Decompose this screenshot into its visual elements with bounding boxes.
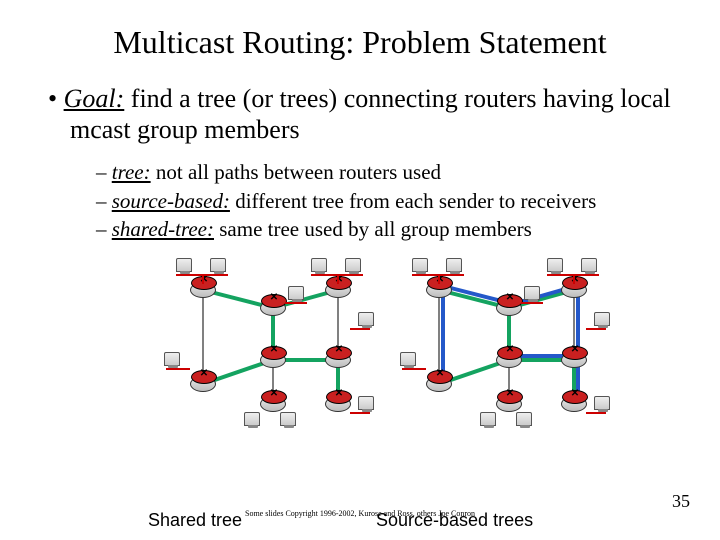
host-icon: [594, 312, 610, 326]
host-icon: [412, 258, 428, 272]
slide-title: Multicast Routing: Problem Statement: [40, 24, 680, 61]
host-icon: [524, 286, 540, 300]
host-icon: [516, 412, 532, 426]
lan-icon: [521, 302, 543, 304]
lan-icon: [350, 328, 370, 330]
host-icon: [311, 258, 327, 272]
goal-bullet: Goal: find a tree (or trees) connecting …: [70, 83, 680, 145]
lan-icon: [586, 412, 606, 414]
lan-icon: [337, 274, 339, 284]
host-icon: [446, 258, 462, 272]
host-icon: [400, 352, 416, 366]
sub-tree: tree: not all paths between routers used: [112, 159, 680, 185]
sh-text: same tree used by all group members: [214, 217, 532, 241]
sub-source: source-based: different tree from each s…: [112, 188, 680, 214]
shared-tree-diagram: [160, 252, 392, 428]
host-icon: [358, 312, 374, 326]
lan-icon: [573, 274, 575, 284]
host-icon: [244, 412, 260, 426]
sub-bullets: tree: not all paths between routers used…: [112, 159, 680, 242]
figures: [160, 252, 630, 428]
host-icon: [594, 396, 610, 410]
goal-text: find a tree (or trees) connecting router…: [70, 84, 671, 144]
lan-icon: [438, 274, 440, 284]
source-based-diagram: [396, 252, 628, 428]
lan-icon: [285, 302, 307, 304]
host-icon: [288, 286, 304, 300]
lan-icon: [402, 368, 426, 370]
page-number: 35: [672, 491, 690, 512]
host-icon: [176, 258, 192, 272]
sub-shared: shared-tree: same tree used by all group…: [112, 216, 680, 242]
host-icon: [164, 352, 180, 366]
sh-term: shared-tree:: [112, 217, 214, 241]
goal-label: Goal:: [64, 84, 125, 113]
src-text: different tree from each sender to recei…: [230, 189, 596, 213]
host-icon: [210, 258, 226, 272]
lan-icon: [350, 412, 370, 414]
host-icon: [345, 258, 361, 272]
lan-icon: [586, 328, 606, 330]
host-icon: [358, 396, 374, 410]
lan-icon: [166, 368, 190, 370]
tree-text: not all paths between routers used: [151, 160, 441, 184]
host-icon: [480, 412, 496, 426]
src-term: source-based:: [112, 189, 230, 213]
tree-term: tree:: [112, 160, 151, 184]
host-icon: [581, 258, 597, 272]
copyright: Some slides Copyright 1996-2002, Kurose …: [0, 509, 720, 518]
host-icon: [547, 258, 563, 272]
host-icon: [280, 412, 296, 426]
lan-icon: [202, 274, 204, 284]
